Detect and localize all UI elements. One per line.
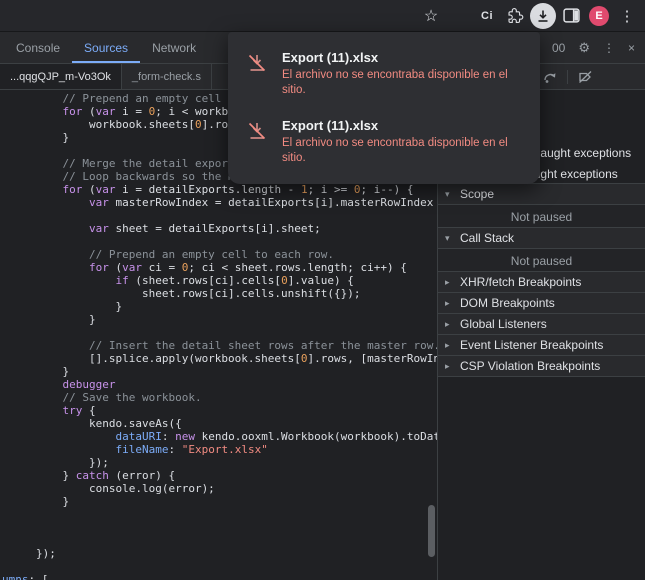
- code-line: sheet.rows[ci].cells.unshift({});: [36, 287, 437, 300]
- code-line: fileName: "Export.xlsx": [36, 443, 437, 456]
- download-filename: Export (11).xlsx: [282, 50, 534, 66]
- code-line: [36, 209, 437, 222]
- section-label: Event Listener Breakpoints: [460, 338, 603, 352]
- code-line: }: [36, 495, 437, 508]
- download-error-message: El archivo no se encontraba disponible e…: [282, 136, 534, 166]
- section-arrow-icon: ▸: [445, 298, 454, 309]
- sidebar-sections: ▾ Scope Not paused ▾ Call Stack Not paused ▸ XH…: [438, 184, 645, 377]
- section-arrow-icon: ▾: [445, 189, 454, 200]
- code-line: [36, 534, 437, 547]
- puzzle-icon: [507, 7, 524, 24]
- avatar-letter: E: [589, 6, 609, 26]
- download-active-circle: [530, 3, 556, 29]
- section-status-text: Not paused: [438, 205, 645, 228]
- bookmark-star-icon[interactable]: ☆: [417, 2, 445, 30]
- download-item[interactable]: Export (11).xlsx El archivo no se encont…: [228, 40, 540, 108]
- section-label: Scope: [460, 187, 494, 201]
- devtools-more-icon[interactable]: ⋮: [603, 41, 615, 55]
- tab-console[interactable]: Console: [4, 32, 72, 63]
- toolbar-separator: [567, 70, 568, 84]
- code-line: } catch (error) {: [36, 469, 437, 482]
- code-line: }: [36, 365, 437, 378]
- code-line: var masterRowIndex = detailExports[i].ma…: [36, 196, 437, 209]
- browser-menu-icon[interactable]: ⋮: [613, 2, 641, 30]
- tabbar-right-text: 00: [552, 41, 565, 55]
- code-line: var sheet = detailExports[i].sheet;: [36, 222, 437, 235]
- section-arrow-icon: ▸: [445, 319, 454, 330]
- code-line: [36, 521, 437, 534]
- section-label: DOM Breakpoints: [460, 296, 555, 310]
- editor-vertical-scrollbar[interactable]: [428, 505, 435, 557]
- tab-network[interactable]: Network: [140, 32, 208, 63]
- side-panel-icon: [563, 8, 580, 23]
- sidebar-section-dom-breakpoints[interactable]: ▸ DOM Breakpoints: [438, 292, 645, 314]
- code-line: });: [36, 456, 437, 469]
- code-line: // Save the workbook.: [36, 391, 437, 404]
- code-line: [36, 326, 437, 339]
- step-icon[interactable]: [540, 67, 560, 87]
- browser-toolbar: ☆ Ci E ⋮: [0, 0, 645, 32]
- tab-sources[interactable]: Sources: [72, 32, 140, 63]
- code-line: [36, 235, 437, 248]
- profile-avatar[interactable]: E: [585, 2, 613, 30]
- screen: ☆ Ci E ⋮: [0, 0, 645, 580]
- code-line: [36, 560, 437, 573]
- section-label: Call Stack: [460, 231, 514, 245]
- sidebar-section-call-stack[interactable]: ▾ Call Stack: [438, 227, 645, 249]
- code-line: for (var i = detailExports.length - 1; i…: [36, 183, 437, 196]
- extension-ci-icon[interactable]: Ci: [473, 2, 501, 30]
- section-arrow-icon: ▸: [445, 340, 454, 351]
- sidebar-section-xhr-fetch-breakpoints[interactable]: ▸ XHR/fetch Breakpoints: [438, 271, 645, 293]
- code-line: [].splice.apply(workbook.sheets[0].rows,…: [36, 352, 437, 365]
- deactivate-breakpoints-icon[interactable]: [575, 67, 595, 87]
- devtools-close-icon[interactable]: ×: [628, 41, 635, 55]
- settings-gear-icon[interactable]: ⚙: [578, 40, 590, 56]
- code-line: kendo.saveAs({: [36, 417, 437, 430]
- section-status-text: Not paused: [438, 249, 645, 272]
- file-tab-form-check[interactable]: _form-check.s: [122, 64, 212, 89]
- code-line: for (var ci = 0; ci < sheet.rows.length;…: [36, 261, 437, 274]
- code-line: console.log(error);: [36, 482, 437, 495]
- code-line: dataURI: new kendo.ooxml.Workbook(workbo…: [36, 430, 437, 443]
- download-filename: Export (11).xlsx: [282, 118, 534, 134]
- section-label: CSP Violation Breakpoints: [460, 359, 600, 373]
- devtools-tabs: Console Sources Network: [0, 32, 208, 63]
- download-off-icon: [246, 52, 268, 79]
- section-label: XHR/fetch Breakpoints: [460, 275, 581, 289]
- side-panel-button[interactable]: [557, 2, 585, 30]
- code-line: // Prepend an empty cell to each row.: [36, 248, 437, 261]
- section-label: Global Listeners: [460, 317, 547, 331]
- download-item[interactable]: Export (11).xlsx El archivo no se encont…: [228, 108, 540, 176]
- code-line: }: [36, 313, 437, 326]
- download-error-message: El archivo no se encontraba disponible e…: [282, 68, 534, 98]
- section-arrow-icon: ▸: [445, 277, 454, 288]
- file-tab-qqgqjp[interactable]: ...qqgQJP_m-Vo3Ok: [0, 64, 122, 89]
- code-line: [36, 508, 437, 521]
- downloads-button[interactable]: [529, 2, 557, 30]
- download-off-icon: [246, 120, 268, 147]
- extensions-puzzle-icon[interactable]: [501, 2, 529, 30]
- code-line: if (sheet.rows[ci].cells[0].value) {: [36, 274, 437, 287]
- code-line: // Insert the detail sheet rows after th…: [36, 339, 437, 352]
- download-icon: [536, 9, 550, 23]
- code-line: debugger: [36, 378, 437, 391]
- code-line: try {: [36, 404, 437, 417]
- code-line: });: [36, 547, 437, 560]
- devtools-tabbar-actions: 00 ⚙ ⋮ ×: [552, 32, 645, 63]
- section-arrow-icon: ▾: [445, 233, 454, 244]
- sidebar-section-scope[interactable]: ▾ Scope: [438, 183, 645, 205]
- code-line: umns: [: [2, 573, 437, 580]
- code-line: }: [36, 300, 437, 313]
- section-arrow-icon: ▸: [445, 361, 454, 372]
- sidebar-section-csp-violation-breakpoints[interactable]: ▸ CSP Violation Breakpoints: [438, 355, 645, 377]
- sidebar-section-global-listeners[interactable]: ▸ Global Listeners: [438, 313, 645, 335]
- downloads-popup: Export (11).xlsx El archivo no se encont…: [228, 32, 540, 184]
- sidebar-section-event-listener-breakpoints[interactable]: ▸ Event Listener Breakpoints: [438, 334, 645, 356]
